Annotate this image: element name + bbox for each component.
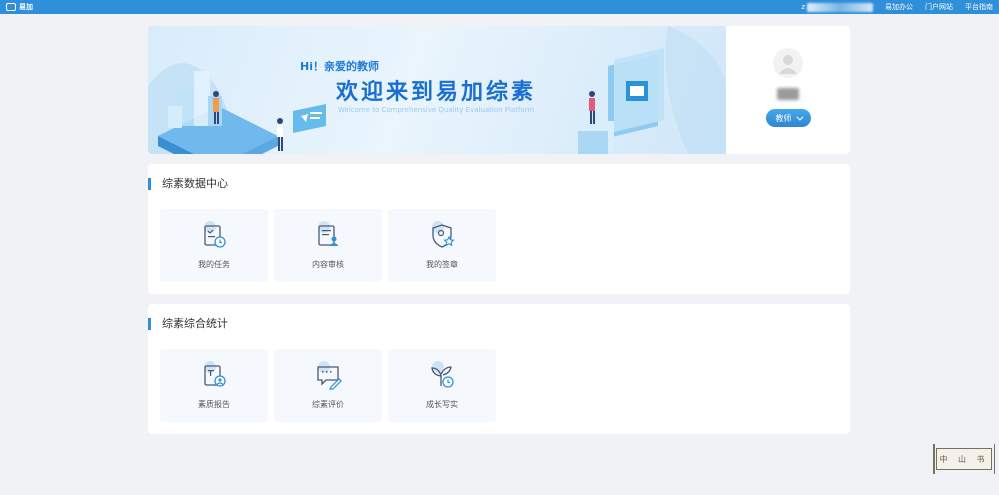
user-icon [779, 55, 797, 74]
profile-card: 教师 [726, 26, 850, 154]
brand-name: 易加 [19, 3, 33, 11]
tile-label: 内容审核 [312, 260, 344, 269]
top-bar: 易加 z 易加办公 门户网站 平台指南 [0, 0, 999, 14]
isometric-illustration-left [148, 63, 326, 154]
user-name-blurred[interactable] [807, 2, 873, 12]
tile-label: 我的签章 [426, 260, 458, 269]
banner-welcome-english: Welcome to Comprehensive Quality Evaluat… [338, 106, 535, 114]
nav-link-guide[interactable]: 平台指南 [965, 2, 993, 12]
nav-link-portal[interactable]: 门户网站 [925, 2, 953, 12]
growth-plant-icon [431, 361, 454, 388]
isometric-illustration-right [574, 26, 726, 154]
brand-logo[interactable]: 易加 [6, 2, 33, 12]
seal-text: 中 山 书 [939, 454, 989, 464]
user-name-initial[interactable]: z [801, 3, 805, 11]
tile-my-signature[interactable]: 我的签章 [388, 209, 496, 282]
nav-link-office[interactable]: 易加办公 [885, 2, 913, 12]
brand-icon [6, 3, 16, 11]
banner-welcome-title: 欢迎来到易加综素 [336, 80, 537, 105]
tile-label: 素质报告 [198, 400, 230, 409]
evaluate-pen-icon [317, 361, 342, 390]
tile-growth-record[interactable]: 成长写实 [388, 349, 496, 422]
tile-list: 素质报告 综素评价 成长写实 [160, 349, 496, 422]
task-clock-icon [204, 221, 226, 248]
banner-greeting: Hi！亲爱的教师 [300, 60, 379, 73]
section-data-center: 综素数据中心 我的任务 内容审核 我的签章 [148, 164, 850, 294]
tile-evaluation[interactable]: 综素评价 [274, 349, 382, 422]
review-user-icon [318, 221, 339, 246]
shield-star-icon [432, 221, 455, 248]
tile-my-tasks[interactable]: 我的任务 [160, 209, 268, 282]
seal-stamp: 中 山 书 [933, 444, 995, 474]
welcome-banner: Hi！亲爱的教师 欢迎来到易加综素 Welcome to Comprehensi… [148, 26, 726, 154]
user-name-blurred [777, 88, 799, 100]
tile-list: 我的任务 内容审核 我的签章 [160, 209, 496, 282]
tile-quality-report[interactable]: 素质报告 [160, 349, 268, 422]
avatar[interactable] [773, 48, 803, 78]
top-nav: z 易加办公 门户网站 平台指南 [801, 2, 993, 12]
report-user-icon [204, 361, 226, 387]
chevron-down-icon [795, 113, 803, 121]
section-statistics: 综素综合统计 素质报告 综素评价 成长写实 [148, 304, 850, 434]
tile-label: 我的任务 [198, 260, 230, 269]
tile-content-review[interactable]: 内容审核 [274, 209, 382, 282]
role-label: 教师 [775, 113, 792, 123]
section-title: 综素综合统计 [148, 318, 228, 330]
tile-label: 综素评价 [312, 400, 344, 409]
tile-label: 成长写实 [426, 400, 458, 409]
role-switch-button[interactable]: 教师 [765, 109, 811, 127]
section-title: 综素数据中心 [148, 178, 228, 190]
